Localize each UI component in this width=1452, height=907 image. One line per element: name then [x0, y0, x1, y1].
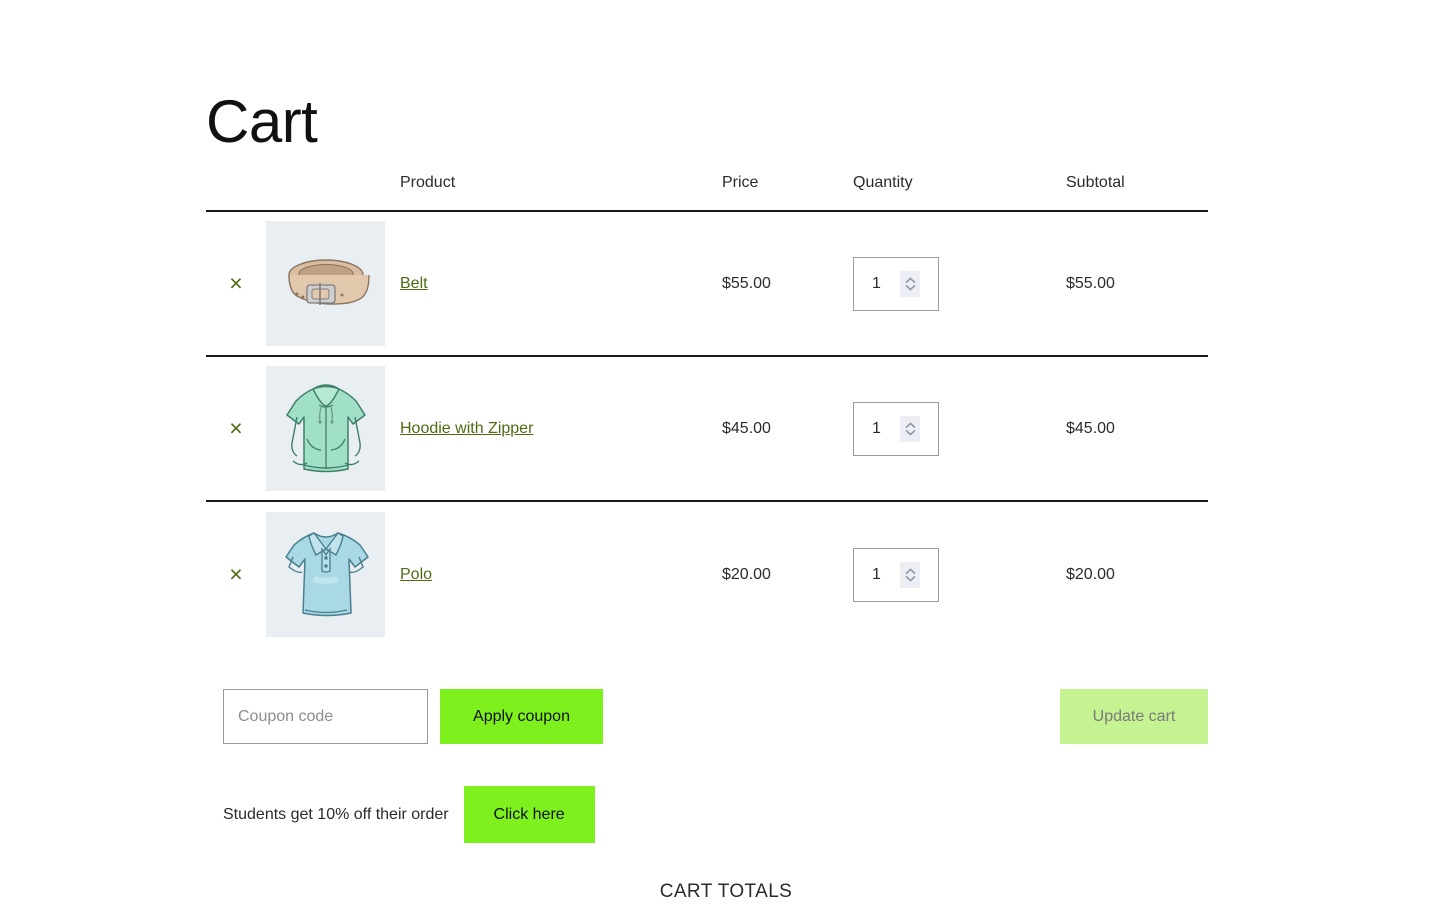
quantity-stepper[interactable]	[853, 256, 939, 311]
quantity-cell	[853, 256, 1066, 311]
belt-icon	[287, 258, 370, 305]
belt-thumbnail[interactable]	[266, 221, 385, 346]
quantity-spin-buttons[interactable]	[900, 415, 920, 442]
quantity-input[interactable]	[854, 273, 900, 294]
chevron-down-icon[interactable]	[905, 429, 916, 436]
cart-table-header: Product Price Quantity Subtotal	[206, 172, 1208, 212]
product-subtotal: $20.00	[1066, 565, 1115, 583]
remove-cell: ×	[206, 563, 266, 586]
thumbnail-cell	[266, 221, 400, 346]
apply-coupon-button[interactable]: Apply coupon	[440, 689, 603, 744]
coupon-code-input[interactable]	[223, 689, 428, 744]
product-name-cell: Polo	[400, 566, 722, 584]
table-row: ×	[206, 357, 1208, 502]
thumbnail-cell	[266, 366, 400, 491]
header-product: Product	[400, 174, 456, 191]
product-subtotal: $55.00	[1066, 274, 1115, 292]
header-thumbnail	[266, 172, 400, 174]
product-price: $45.00	[722, 419, 771, 437]
chevron-down-icon[interactable]	[905, 575, 916, 582]
product-price: $20.00	[722, 565, 771, 583]
cart-page: Cart Product Price Quantity Subtotal × B…	[0, 0, 1452, 907]
student-promo-row: Students get 10% off their order Click h…	[223, 786, 595, 843]
quantity-input[interactable]	[854, 418, 900, 439]
remove-item-icon[interactable]: ×	[229, 563, 242, 586]
quantity-cell	[853, 547, 1066, 602]
page-title: Cart	[206, 88, 318, 156]
update-cart-button[interactable]: Update cart	[1060, 689, 1208, 744]
product-link[interactable]: Hoodie with Zipper	[400, 420, 533, 437]
chevron-up-icon[interactable]	[905, 568, 916, 575]
header-quantity: Quantity	[853, 174, 913, 191]
coupon-row: Apply coupon Update cart	[223, 689, 1208, 744]
quantity-spin-buttons[interactable]	[900, 270, 920, 297]
table-row: ×	[206, 502, 1208, 647]
hoodie-thumbnail[interactable]	[266, 366, 385, 491]
remove-cell: ×	[206, 417, 266, 440]
product-link[interactable]: Belt	[400, 275, 428, 292]
remove-cell: ×	[206, 272, 266, 295]
product-name-cell: Hoodie with Zipper	[400, 420, 722, 438]
chevron-down-icon[interactable]	[905, 284, 916, 291]
quantity-stepper[interactable]	[853, 401, 939, 456]
header-subtotal: Subtotal	[1066, 174, 1125, 191]
product-name-cell: Belt	[400, 275, 722, 293]
quantity-spin-buttons[interactable]	[900, 561, 920, 588]
chevron-up-icon[interactable]	[905, 422, 916, 429]
remove-item-icon[interactable]: ×	[229, 272, 242, 295]
chevron-up-icon[interactable]	[905, 277, 916, 284]
quantity-stepper[interactable]	[853, 547, 939, 602]
table-row: ×	[206, 212, 1208, 357]
header-remove	[206, 172, 266, 174]
polo-thumbnail[interactable]	[266, 512, 385, 637]
cart-table: Product Price Quantity Subtotal × Belt $…	[206, 172, 1208, 647]
student-promo-button[interactable]: Click here	[463, 786, 595, 843]
header-price: Price	[722, 174, 759, 191]
hoodie-icon	[285, 383, 366, 472]
remove-item-icon[interactable]: ×	[229, 417, 242, 440]
quantity-input[interactable]	[854, 564, 900, 585]
quantity-cell	[853, 401, 1066, 456]
student-promo-text: Students get 10% off their order	[223, 805, 449, 823]
thumbnail-cell	[266, 512, 400, 637]
product-price: $55.00	[722, 274, 771, 292]
polo-shirt-icon	[284, 531, 369, 616]
cart-totals-heading: CART TOTALS	[659, 881, 793, 902]
product-link[interactable]: Polo	[400, 566, 432, 583]
product-subtotal: $45.00	[1066, 419, 1115, 437]
